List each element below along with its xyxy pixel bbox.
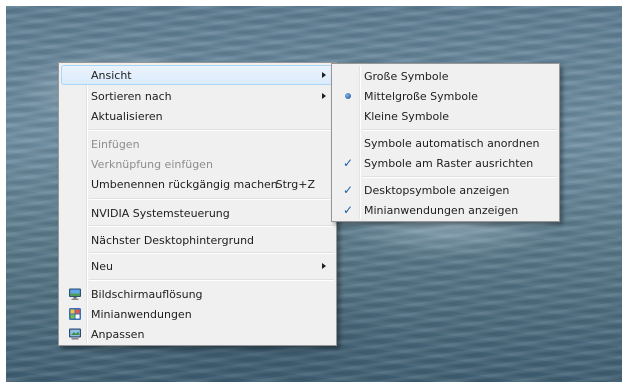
menu-item-paste: Einfügen bbox=[61, 134, 334, 154]
menu-item-label: Symbole automatisch anordnen bbox=[364, 137, 540, 150]
menu-item-next-background[interactable]: Nächster Desktophintergrund bbox=[61, 230, 334, 250]
menu-item-new[interactable]: Neu bbox=[61, 256, 334, 276]
submenu-item-small-icons[interactable]: Kleine Symbole bbox=[334, 106, 557, 126]
menu-separator bbox=[89, 279, 334, 281]
menu-item-personalize[interactable]: Anpassen bbox=[61, 324, 334, 344]
menu-separator bbox=[89, 198, 334, 200]
menu-item-label: Ansicht bbox=[91, 69, 132, 82]
submenu-item-auto-arrange[interactable]: Symbole automatisch anordnen bbox=[334, 133, 557, 153]
menu-item-screen-resolution[interactable]: Bildschirmauflösung bbox=[61, 284, 334, 304]
submenu-item-align-to-grid[interactable]: ✓ Symbole am Raster ausrichten bbox=[334, 153, 557, 173]
desktop-context-menu: Ansicht Sortieren nach Aktualisieren Ein… bbox=[58, 62, 337, 346]
display-resolution-icon bbox=[68, 287, 82, 301]
menu-item-label: Neu bbox=[91, 260, 113, 273]
view-submenu: Große Symbole Mittelgroße Symbole Kleine… bbox=[331, 63, 560, 222]
menu-item-nvidia-control-panel[interactable]: NVIDIA Systemsteuerung bbox=[61, 203, 334, 223]
menu-item-label: Minianwendungen bbox=[91, 308, 192, 321]
menu-item-label: Minianwendungen anzeigen bbox=[364, 204, 519, 217]
personalize-icon bbox=[68, 327, 82, 341]
menu-separator bbox=[89, 225, 334, 227]
menu-item-label: Große Symbole bbox=[364, 70, 449, 83]
menu-item-label: Aktualisieren bbox=[91, 110, 163, 123]
checkmark-icon: ✓ bbox=[342, 203, 354, 217]
menu-separator bbox=[362, 176, 557, 178]
submenu-arrow-icon bbox=[322, 93, 326, 99]
submenu-arrow-icon bbox=[322, 263, 326, 269]
submenu-arrow-icon bbox=[322, 72, 326, 78]
menu-item-view[interactable]: Ansicht bbox=[61, 65, 334, 85]
menu-separator bbox=[89, 129, 334, 131]
menu-item-paste-shortcut: Verknüpfung einfügen bbox=[61, 154, 334, 174]
checkmark-icon: ✓ bbox=[342, 183, 354, 197]
radio-bullet-icon bbox=[345, 93, 351, 99]
checkmark-icon: ✓ bbox=[342, 156, 354, 170]
submenu-item-show-gadgets[interactable]: ✓ Minianwendungen anzeigen bbox=[334, 200, 557, 220]
menu-item-refresh[interactable]: Aktualisieren bbox=[61, 106, 334, 126]
menu-item-label: Einfügen bbox=[91, 138, 140, 151]
menu-separator bbox=[89, 252, 334, 254]
menu-item-label: Symbole am Raster ausrichten bbox=[364, 157, 534, 170]
submenu-item-show-desktop-icons[interactable]: ✓ Desktopsymbole anzeigen bbox=[334, 180, 557, 200]
menu-item-label: NVIDIA Systemsteuerung bbox=[91, 207, 230, 220]
menu-item-shortcut: Strg+Z bbox=[275, 178, 315, 191]
menu-item-label: Verknüpfung einfügen bbox=[91, 158, 213, 171]
menu-separator bbox=[362, 129, 557, 131]
gadgets-icon bbox=[68, 307, 82, 321]
menu-item-undo-rename[interactable]: Umbenennen rückgängig machen Strg+Z bbox=[61, 174, 334, 194]
menu-item-gadgets[interactable]: Minianwendungen bbox=[61, 304, 334, 324]
menu-item-label: Bildschirmauflösung bbox=[91, 288, 203, 301]
menu-item-label: Kleine Symbole bbox=[364, 110, 450, 123]
menu-item-sort-by[interactable]: Sortieren nach bbox=[61, 86, 334, 106]
submenu-item-large-icons[interactable]: Große Symbole bbox=[334, 66, 557, 86]
menu-item-label: Mittelgroße Symbole bbox=[364, 90, 478, 103]
menu-item-label: Desktopsymbole anzeigen bbox=[364, 184, 510, 197]
desktop-wallpaper[interactable]: Ansicht Sortieren nach Aktualisieren Ein… bbox=[6, 6, 622, 382]
submenu-item-medium-icons[interactable]: Mittelgroße Symbole bbox=[334, 86, 557, 106]
menu-item-label: Nächster Desktophintergrund bbox=[91, 234, 255, 247]
menu-item-label: Sortieren nach bbox=[91, 90, 172, 103]
menu-item-label: Umbenennen rückgängig machen bbox=[91, 178, 278, 191]
menu-item-label: Anpassen bbox=[91, 328, 145, 341]
